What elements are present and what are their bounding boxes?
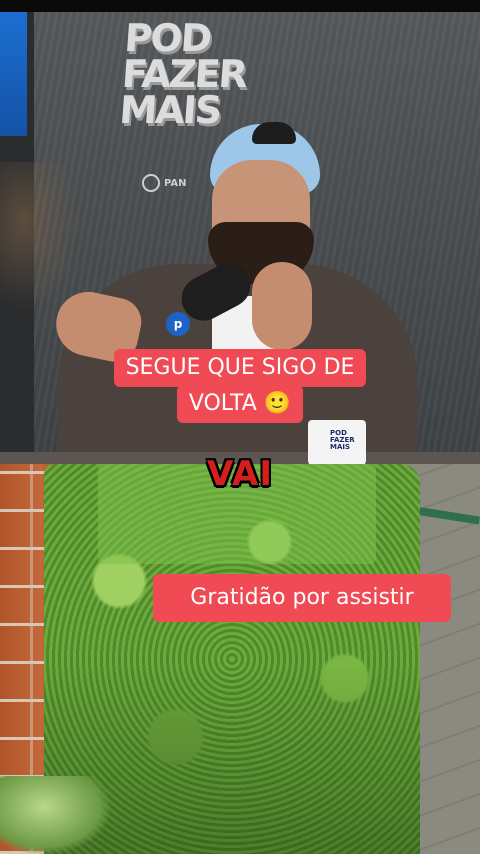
top-bar bbox=[0, 0, 480, 12]
hedge-video-panel bbox=[0, 464, 480, 854]
caption-line-1: SEGUE QUE SIGO DE bbox=[113, 349, 367, 387]
mug-logo: POD FAZER MAIS bbox=[330, 430, 355, 451]
mic-badge: p bbox=[166, 312, 190, 336]
host-right-hand bbox=[252, 262, 312, 350]
caption-follow-back: SEGUE QUE SIGO DE VOLTA 🙂 bbox=[91, 349, 389, 423]
caption-line-2: VOLTA 🙂 bbox=[176, 385, 304, 423]
caption-thanks: Gratidão por assistir bbox=[153, 574, 451, 622]
foreground-leaves bbox=[0, 776, 110, 854]
caption-vai: VAI bbox=[207, 454, 273, 494]
mug-logo-line: MAIS bbox=[330, 443, 351, 451]
cap-strap bbox=[252, 122, 296, 144]
